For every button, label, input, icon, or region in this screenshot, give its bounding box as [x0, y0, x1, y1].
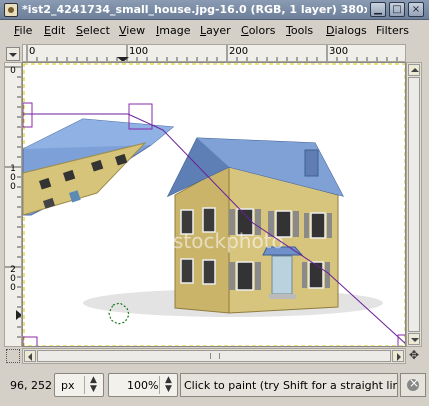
v-ruler-label: 1 0 0	[10, 164, 16, 192]
unit-spin-icon[interactable]: ▲ ▼	[84, 376, 102, 394]
scroll-up-button[interactable]	[408, 64, 420, 76]
gimp-image-icon[interactable]	[4, 3, 18, 17]
horizontal-ruler[interactable]: 0 100 200 300	[22, 44, 406, 62]
pointer-coordinates: 96, 252	[10, 379, 52, 392]
maximize-button[interactable]: □	[389, 2, 405, 17]
horizontal-scrollbar[interactable]	[22, 348, 406, 364]
house-image: stockphoto	[83, 137, 383, 317]
unit-selector[interactable]: px ▲ ▼	[54, 373, 104, 397]
vertical-ruler[interactable]: 0 1 0 0 2 0 0	[4, 62, 22, 347]
statusbar: 96, 252 px ▲ ▼ 100% ▲ ▼ Click to paint (tr…	[0, 366, 429, 406]
scroll-left-button[interactable]	[24, 350, 36, 362]
menu-file[interactable]: File	[14, 24, 32, 39]
image-drawing: stockphoto	[23, 63, 405, 346]
cloned-house	[23, 118, 175, 216]
menu-filters[interactable]: Filters	[376, 24, 409, 39]
window-titlebar: *ist2_4241734_small_house.jpg-16.0 (RGB,…	[0, 0, 429, 20]
horizontal-scroll-thumb[interactable]	[37, 350, 391, 362]
menu-image[interactable]: Image	[156, 24, 190, 39]
unit-value: px	[61, 379, 75, 392]
scroll-right-button[interactable]	[392, 350, 404, 362]
window-title: *ist2_4241734_small_house.jpg-16.0 (RGB,…	[22, 3, 367, 16]
h-ruler-label: 300	[329, 46, 349, 57]
close-button[interactable]: ×	[408, 2, 424, 17]
zoom-selector[interactable]: 100% ▲ ▼	[108, 373, 178, 397]
h-ruler-label: 0	[29, 46, 36, 57]
v-ruler-ticks	[5, 66, 21, 338]
menu-colors[interactable]: Colors	[241, 24, 275, 39]
cancel-icon[interactable]	[400, 373, 426, 397]
navigate-icon[interactable]	[408, 348, 422, 363]
vertical-scrollbar[interactable]	[406, 62, 422, 347]
menu-view[interactable]: View	[119, 24, 145, 39]
status-message: Click to paint (try Shift for a straight…	[180, 373, 398, 397]
scroll-grip	[210, 353, 220, 359]
image-canvas[interactable]: stockphoto	[22, 62, 406, 347]
menubar: File Edit Select View Image Layer Colors…	[0, 20, 429, 42]
zoom-spin-icon[interactable]: ▲ ▼	[159, 376, 177, 394]
menu-select[interactable]: Select	[76, 24, 110, 39]
v-ruler-label: 2 0 0	[10, 265, 16, 293]
status-message-text: Click to paint (try Shift for a straight…	[184, 379, 397, 392]
scroll-down-button[interactable]	[408, 333, 420, 345]
h-ruler-ticks	[26, 45, 398, 61]
v-ruler-label: 0	[10, 66, 16, 76]
menu-arrow-icon[interactable]	[6, 47, 20, 61]
menu-layer[interactable]: Layer	[200, 24, 231, 39]
h-ruler-label: 200	[229, 46, 249, 57]
zoom-value: 100%	[127, 379, 159, 392]
menu-tools[interactable]: Tools	[286, 24, 313, 39]
quick-mask-icon[interactable]	[6, 349, 20, 363]
menu-edit[interactable]: Edit	[44, 24, 65, 39]
h-ruler-label: 100	[129, 46, 149, 57]
menu-dialogs[interactable]: Dialogs	[326, 24, 367, 39]
vertical-scroll-thumb[interactable]	[408, 77, 420, 332]
minimize-button[interactable]: ▁	[370, 2, 386, 17]
